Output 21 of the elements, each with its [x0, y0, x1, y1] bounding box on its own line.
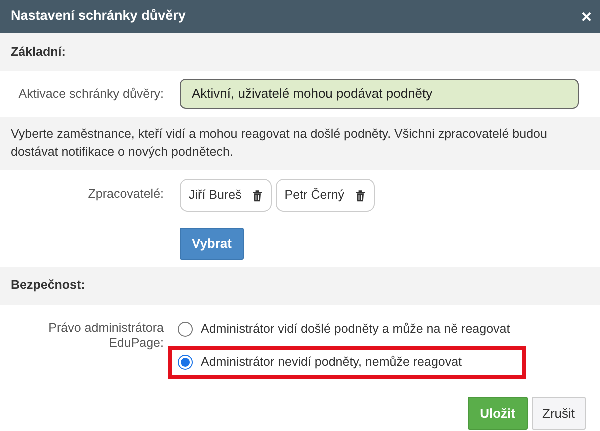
- dialog-title: Nastavení schránky důvěry: [11, 7, 186, 26]
- status-select[interactable]: Aktivní, uživatelé mohou podávat podněty: [180, 79, 579, 109]
- radio-label[interactable]: Administrátor vidí došlé podněty a může na ně reagovat: [201, 320, 510, 338]
- info-text: Vyberte zaměstnance, kteří vidí a mohou reagovat na došlé podněty. Všichni zpracovatelé budou dostávat notifikace o nových podnětech.: [11, 126, 548, 162]
- person-chip[interactable]: Jiří Bureš: [180, 179, 272, 212]
- cancel-button[interactable]: Zrušit: [532, 396, 586, 430]
- radio-button[interactable]: [178, 322, 193, 337]
- person-name: Petr Černý: [284, 187, 345, 204]
- trash-icon[interactable]: [252, 190, 263, 202]
- radio-button[interactable]: [178, 354, 193, 370]
- trash-icon[interactable]: [354, 190, 366, 202]
- section-heading: Bezpečnost:: [11, 277, 86, 294]
- field-label: Zpracovatelé:: [88, 187, 164, 202]
- person-name: Jiří Bureš: [189, 187, 242, 204]
- field-label: Aktivace schránky důvěry:: [18, 86, 164, 101]
- section-heading: Základní:: [11, 44, 66, 60]
- radio-label[interactable]: Administrátor nevidí podněty, nemůže reagovat: [201, 354, 462, 371]
- select-button[interactable]: Vybrat: [180, 228, 244, 260]
- person-chip[interactable]: Petr Černý: [276, 179, 375, 212]
- close-button[interactable]: ×: [581, 8, 592, 26]
- field-label: Právo administrátora EduPage:: [48, 320, 164, 350]
